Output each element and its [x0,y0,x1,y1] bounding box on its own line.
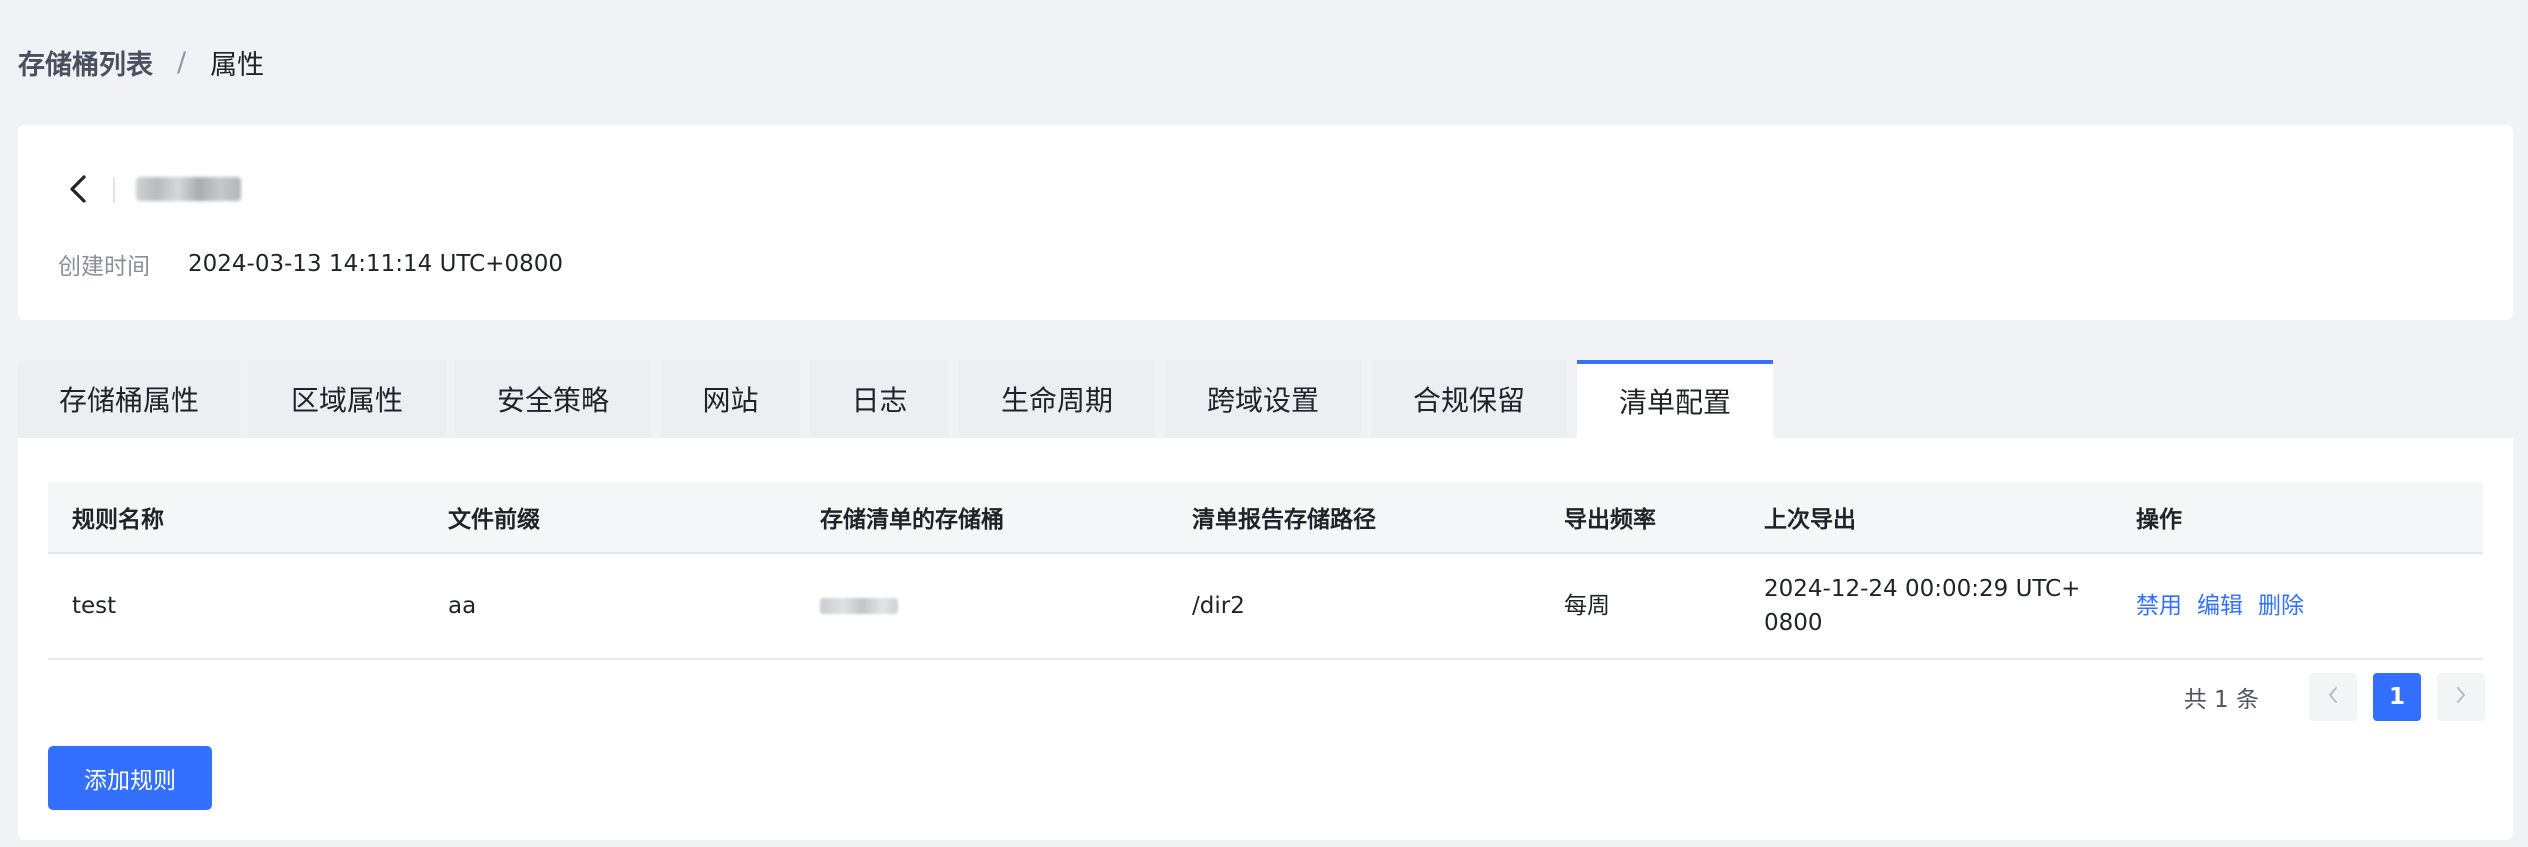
table-header-row: 规则名称 文件前缀 存储清单的存储桶 清单报告存储路径 导出频率 上次导出 操作 [48,482,2483,554]
page-1-button[interactable]: 1 [2373,673,2421,721]
chevron-right-icon [2455,684,2467,710]
tab-region-properties[interactable]: 区域属性 [248,360,446,438]
chevron-left-icon [66,174,90,208]
bucket-header-card: 创建时间 2024-03-13 14:11:14 UTC+0800 [18,125,2513,320]
pagination: 共 1 条 1 [2184,672,2485,722]
created-time-row: 创建时间 2024-03-13 14:11:14 UTC+0800 [58,247,563,281]
back-button[interactable] [58,171,98,211]
edit-rule-link[interactable]: 编辑 [2197,589,2243,623]
column-last-export: 上次导出 [1764,507,1856,533]
prev-page-button[interactable] [2309,673,2357,721]
total-count: 共 1 条 [2183,687,2259,713]
inventory-rules-table: 规则名称 文件前缀 存储清单的存储桶 清单报告存储路径 导出频率 上次导出 操作… [48,482,2483,660]
add-rule-button[interactable]: 添加规则 [48,746,212,810]
tab-inventory-config[interactable]: 清单配置 [1577,360,1773,438]
created-time-value: 2024-03-13 14:11:14 UTC+0800 [188,251,563,277]
tab-bar: 存储桶属性 区域属性 安全策略 网站 日志 生命周期 跨域设置 合规保留 清单配… [18,360,2513,438]
cell-inventory-bucket [820,554,898,658]
breadcrumb-separator: / [177,46,187,78]
cell-last-export-wrapper: 2024-12-24 00:00:29 UTC+0800 [1764,554,2090,658]
bucket-detail-tabs-card: 存储桶属性 区域属性 安全策略 网站 日志 生命周期 跨域设置 合规保留 清单配… [18,360,2513,840]
column-actions: 操作 [2136,507,2182,533]
column-export-frequency: 导出频率 [1564,507,1656,533]
cell-actions: 禁用 编辑 删除 [2136,554,2319,658]
column-inventory-bucket: 存储清单的存储桶 [820,507,1004,533]
column-report-path: 清单报告存储路径 [1192,507,1376,533]
cell-export-frequency: 每周 [1564,593,1610,619]
cell-rule-name: test [72,593,117,619]
created-time-label: 创建时间 [58,254,150,280]
tab-security-policy[interactable]: 安全策略 [455,360,651,438]
breadcrumb: 存储桶列表 / 属性 [18,42,264,82]
tab-website[interactable]: 网站 [661,360,800,438]
inventory-bucket-masked [820,598,898,614]
cell-file-prefix: aa [448,593,477,619]
tab-cors-settings[interactable]: 跨域设置 [1165,360,1361,438]
delete-rule-link[interactable]: 删除 [2258,589,2304,623]
table-row: test aa /dir2 每周 2024-12-24 00:00:29 UTC… [48,554,2483,660]
disable-rule-link[interactable]: 禁用 [2136,589,2182,623]
tab-compliance-retention[interactable]: 合规保留 [1371,360,1567,438]
cell-last-export: 2024-12-24 00:00:29 UTC+0800 [1764,576,2081,636]
column-rule-name: 规则名称 [72,507,164,533]
column-file-prefix: 文件前缀 [448,507,540,533]
tab-lifecycle[interactable]: 生命周期 [959,360,1155,438]
tab-logs[interactable]: 日志 [810,360,949,438]
chevron-left-icon [2327,684,2339,710]
cell-report-path: /dir2 [1192,593,1245,619]
breadcrumb-current: 属性 [210,49,265,81]
bucket-name-masked [136,177,241,201]
next-page-button[interactable] [2437,673,2485,721]
header-divider [113,177,115,203]
breadcrumb-bucket-list-link[interactable]: 存储桶列表 [18,43,153,82]
tab-bucket-properties[interactable]: 存储桶属性 [18,360,240,438]
